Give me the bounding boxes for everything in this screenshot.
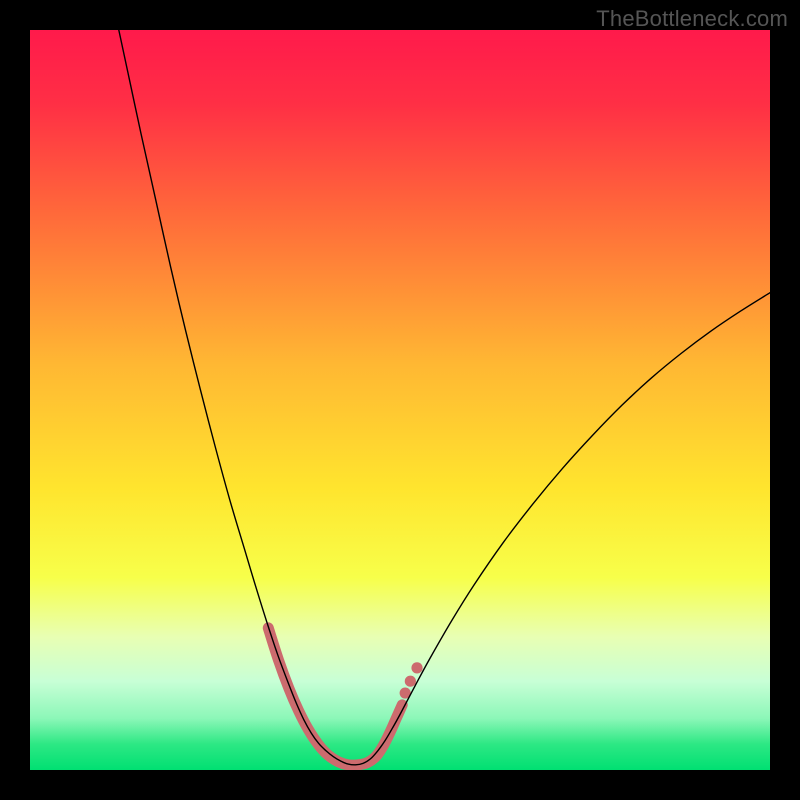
chart-svg: [30, 30, 770, 770]
chart-background: [30, 30, 770, 770]
marker-dot: [411, 662, 422, 673]
chart-frame: TheBottleneck.com: [0, 0, 800, 800]
chart-plot-area: [30, 30, 770, 770]
marker-dot: [405, 676, 416, 687]
watermark-text: TheBottleneck.com: [596, 6, 788, 32]
